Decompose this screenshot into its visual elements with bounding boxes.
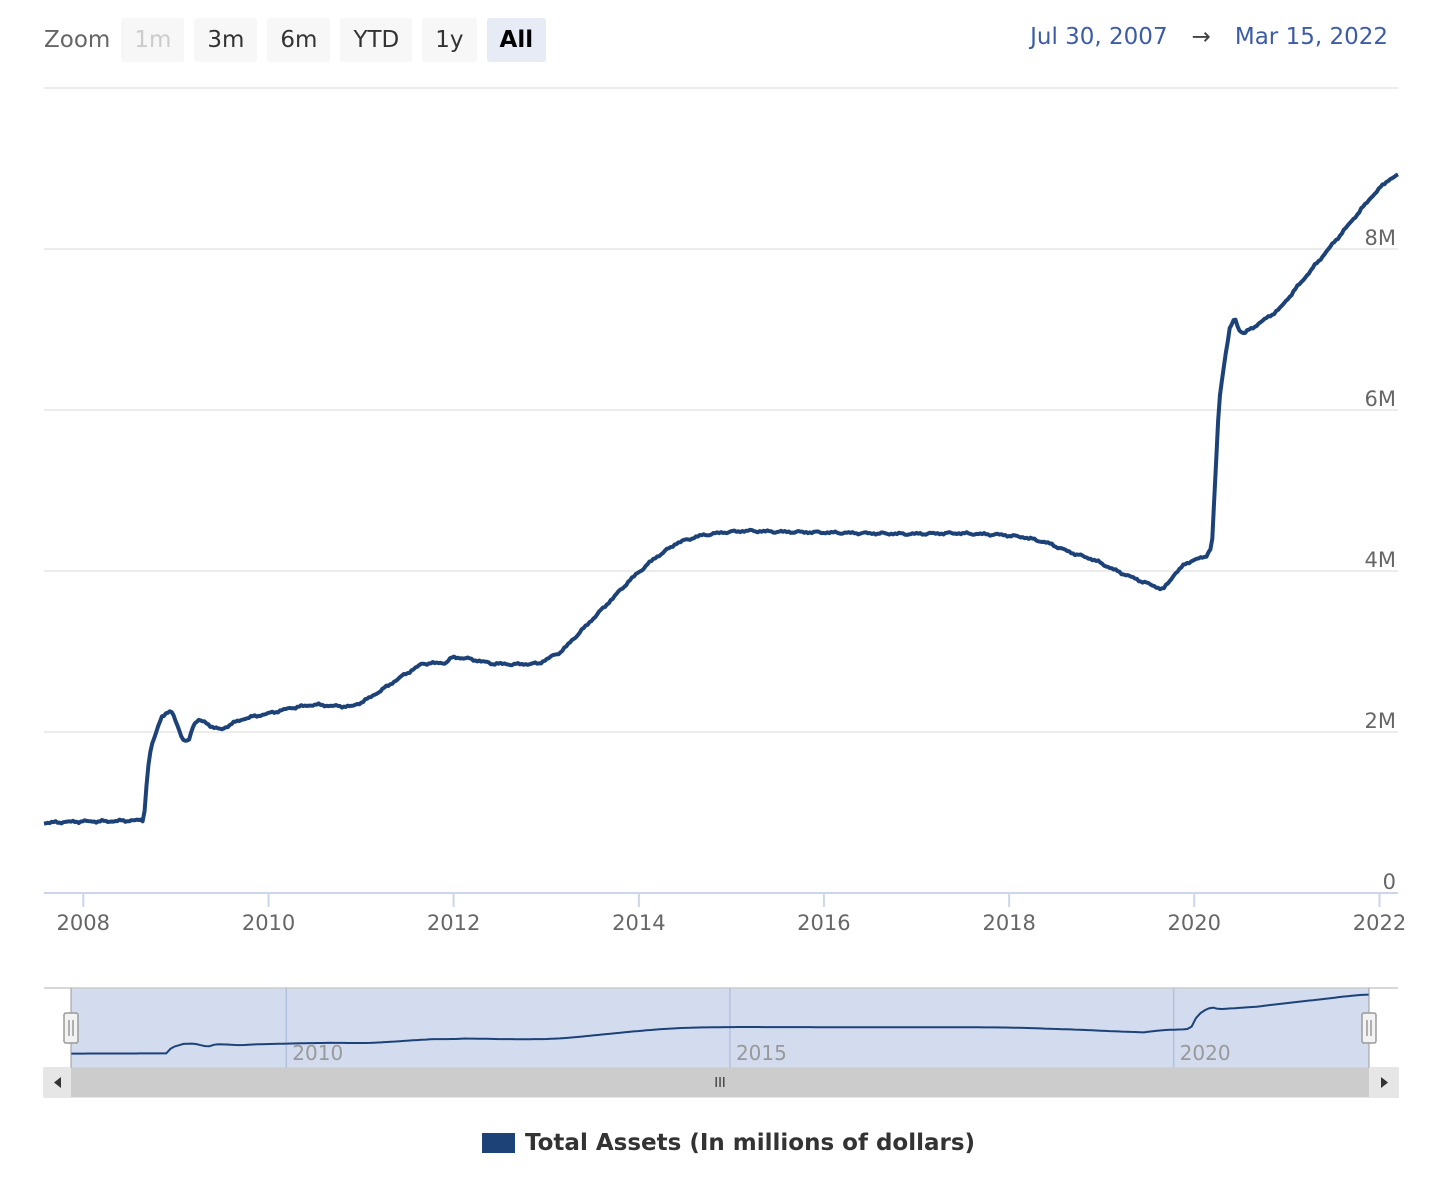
chart-canvas: 02M4M6M8M 2008 2010 2012 2014 2016 2018 2020 20… bbox=[43, 87, 1406, 1098]
y-tick-label: 0 bbox=[1383, 870, 1396, 894]
y-axis-labels: 0 2M 4M 6M 8M bbox=[1365, 226, 1396, 894]
scrollbar[interactable]: III bbox=[43, 1067, 1399, 1098]
x-tick-label: 2012 bbox=[427, 911, 480, 935]
y-tick-label: 2M bbox=[1365, 709, 1396, 733]
legend-swatch bbox=[482, 1133, 515, 1153]
navigator-tick-label: 2015 bbox=[736, 1041, 787, 1065]
handle-body[interactable] bbox=[1361, 1012, 1377, 1044]
navigator-left-handle[interactable] bbox=[63, 1012, 79, 1044]
navigator[interactable]: 2010 2015 2020 bbox=[44, 987, 1398, 1068]
grid-lines bbox=[44, 87, 1398, 733]
x-tick-label: 2008 bbox=[57, 911, 110, 935]
x-tick-label: 2016 bbox=[797, 911, 850, 935]
navigator-right-handle[interactable] bbox=[1361, 1012, 1377, 1044]
x-axis: 2008 2010 2012 2014 2016 2018 2020 2022 bbox=[44, 892, 1406, 935]
scroll-right-button[interactable] bbox=[1369, 1068, 1398, 1097]
handle-body[interactable] bbox=[63, 1012, 79, 1044]
x-tick-label: 2022 bbox=[1353, 911, 1406, 935]
x-tick-label: 2014 bbox=[612, 911, 665, 935]
y-tick-label: 4M bbox=[1365, 548, 1396, 572]
y-tick-label: 8M bbox=[1365, 226, 1396, 250]
legend-item[interactable]: Total Assets (In millions of dollars) bbox=[482, 1130, 975, 1156]
y-tick-label: 6M bbox=[1365, 387, 1396, 411]
series-line-total-assets bbox=[43, 172, 1399, 826]
x-tick-label: 2018 bbox=[982, 911, 1035, 935]
plot-area bbox=[43, 172, 1399, 826]
navigator-tick-label: 2020 bbox=[1180, 1041, 1231, 1065]
navigator-tick-label: 2010 bbox=[292, 1041, 343, 1065]
scrollbar-grip: III bbox=[714, 1076, 726, 1091]
legend-label: Total Assets (In millions of dollars) bbox=[525, 1130, 976, 1156]
x-tick-label: 2010 bbox=[242, 911, 295, 935]
scroll-left-button[interactable] bbox=[44, 1068, 71, 1097]
x-tick-label: 2020 bbox=[1167, 911, 1220, 935]
